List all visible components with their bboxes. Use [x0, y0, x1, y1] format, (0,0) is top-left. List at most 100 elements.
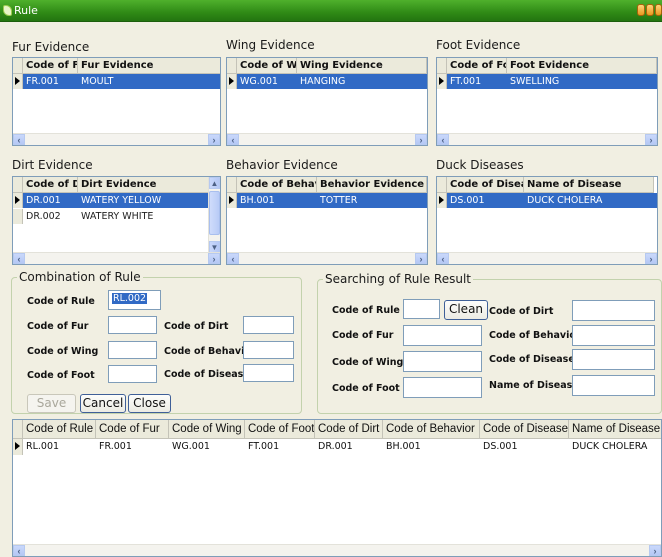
scroll-left-icon[interactable]: ‹ [227, 253, 239, 264]
cell[interactable]: DR.001 [23, 193, 78, 208]
scroll-left-icon[interactable]: ‹ [437, 253, 449, 264]
scroll-left-icon[interactable]: ‹ [13, 134, 25, 145]
scroll-left-icon[interactable]: ‹ [227, 134, 239, 145]
cell[interactable]: WATERY WHITE [78, 209, 210, 224]
column-header[interactable]: Code of Rule [23, 420, 96, 439]
column-header[interactable]: Code of Foot [245, 420, 315, 439]
scroll-left-icon[interactable]: ‹ [13, 545, 25, 556]
search-code-of-foot-input[interactable] [403, 377, 482, 398]
search-name-of-disease-input[interactable] [572, 375, 655, 396]
cell[interactable]: DS.001 [480, 439, 569, 455]
dirt-evidence-grid[interactable]: Code of Dirt Dirt Evidence DR.001 WATERY… [12, 176, 221, 265]
cell[interactable]: BH.001 [237, 193, 317, 208]
column-header[interactable]: Foot Evidence [507, 58, 657, 74]
code-of-fur-input[interactable] [108, 316, 157, 334]
horizontal-scrollbar[interactable]: ‹ › [437, 133, 657, 145]
column-header[interactable]: Code of Disease [447, 177, 524, 193]
wing-evidence-grid[interactable]: Code of Wing Wing Evidence WG.001 HANGIN… [226, 57, 428, 146]
save-button[interactable]: Save [27, 394, 76, 413]
table-row[interactable]: DS.001 DUCK CHOLERA [437, 193, 657, 208]
code-of-behavior-input[interactable] [243, 341, 294, 359]
search-code-of-wing-input[interactable] [403, 351, 482, 372]
scroll-left-icon[interactable]: ‹ [437, 134, 449, 145]
search-code-of-fur-input[interactable] [403, 325, 482, 346]
column-header[interactable]: Code of Fur [23, 58, 78, 74]
table-row[interactable]: RL.001 FR.001 WG.001 FT.001 DR.001 BH.00… [13, 439, 661, 455]
table-row[interactable]: FR.001 MOULT [13, 74, 220, 89]
search-code-of-behavior-input[interactable] [572, 325, 655, 346]
horizontal-scrollbar[interactable]: ‹ › [13, 133, 220, 145]
cell[interactable]: DUCK CHOLERA [569, 439, 661, 455]
scroll-right-icon[interactable]: › [415, 134, 427, 145]
vertical-scrollbar[interactable]: ▲ ▼ [208, 177, 220, 253]
column-header[interactable]: Code of Foot [447, 58, 507, 74]
cell[interactable]: RL.001 [23, 439, 96, 455]
code-of-disease-input[interactable] [243, 364, 294, 382]
column-header[interactable]: Name of Disease [524, 177, 654, 193]
clean-button[interactable]: Clean [444, 300, 488, 320]
column-header[interactable]: Code of Wing [169, 420, 245, 439]
scroll-thumb[interactable] [209, 191, 220, 235]
cell[interactable]: DR.001 [315, 439, 383, 455]
scroll-right-icon[interactable]: › [645, 134, 657, 145]
cell[interactable]: TOTTER [317, 193, 427, 208]
scroll-right-icon[interactable]: › [208, 134, 220, 145]
cell[interactable]: DS.001 [447, 193, 524, 208]
column-header[interactable]: Code of Dirt [23, 177, 78, 193]
table-row[interactable]: FT.001 SWELLING [437, 74, 657, 89]
cell[interactable]: MOULT [78, 74, 220, 89]
cell[interactable]: FT.001 [245, 439, 315, 455]
horizontal-scrollbar[interactable]: ‹ › [227, 133, 427, 145]
minimize-button[interactable] [637, 4, 645, 16]
cell[interactable]: HANGING [297, 74, 427, 89]
scroll-right-icon[interactable]: › [415, 253, 427, 264]
scroll-up-icon[interactable]: ▲ [209, 177, 220, 189]
cell[interactable]: WATERY YELLOW [78, 193, 210, 208]
scroll-left-icon[interactable]: ‹ [13, 253, 25, 264]
column-header[interactable]: Code of Behavior [383, 420, 480, 439]
column-header[interactable]: Wing Evidence [297, 58, 427, 74]
rules-grid[interactable]: Code of Rule Code of Fur Code of Wing Co… [12, 419, 662, 557]
behavior-evidence-grid[interactable]: Code of Behavior Behavior Evidence BH.00… [226, 176, 428, 265]
scroll-right-icon[interactable]: › [649, 545, 661, 556]
search-code-of-rule-input[interactable] [403, 299, 440, 319]
search-code-of-disease-input[interactable] [572, 349, 655, 370]
horizontal-scrollbar[interactable]: ‹ › [13, 544, 661, 556]
column-header[interactable]: Dirt Evidence [78, 177, 210, 193]
code-of-foot-input[interactable] [108, 365, 157, 383]
search-code-of-dirt-input[interactable] [572, 300, 655, 321]
cell[interactable]: FR.001 [23, 74, 78, 89]
code-of-rule-input[interactable]: RL.002 [108, 290, 161, 310]
close-button[interactable]: Close [128, 394, 171, 413]
table-row[interactable]: DR.002 WATERY WHITE [13, 209, 210, 224]
column-header[interactable]: Code of Fur [96, 420, 169, 439]
column-header[interactable]: Code of Dirt [315, 420, 383, 439]
cell[interactable]: BH.001 [383, 439, 480, 455]
table-row[interactable]: DR.001 WATERY YELLOW [13, 193, 210, 208]
scroll-right-icon[interactable]: › [208, 253, 220, 264]
cell[interactable]: WG.001 [237, 74, 297, 89]
foot-evidence-grid[interactable]: Code of Foot Foot Evidence FT.001 SWELLI… [436, 57, 658, 146]
cell[interactable]: DUCK CHOLERA [524, 193, 657, 208]
horizontal-scrollbar[interactable]: ‹ › [437, 252, 657, 264]
duck-diseases-grid[interactable]: Code of Disease Name of Disease DS.001 D… [436, 176, 658, 265]
table-row[interactable]: BH.001 TOTTER [227, 193, 427, 208]
cell[interactable]: FT.001 [447, 74, 507, 89]
column-header[interactable]: Code of Wing [237, 58, 297, 74]
column-header[interactable]: Name of Disease [569, 420, 661, 439]
code-of-dirt-input[interactable] [243, 316, 294, 334]
horizontal-scrollbar[interactable]: ‹ › [13, 252, 220, 264]
close-window-button[interactable] [655, 4, 662, 16]
scroll-right-icon[interactable]: › [645, 253, 657, 264]
code-of-wing-input[interactable] [108, 341, 157, 359]
maximize-button[interactable] [646, 4, 654, 16]
cancel-button[interactable]: Cancel [80, 394, 126, 413]
column-header[interactable]: Fur Evidence [78, 58, 220, 74]
column-header[interactable]: Code of Disease [480, 420, 569, 439]
cell[interactable]: DR.002 [23, 209, 78, 224]
horizontal-scrollbar[interactable]: ‹ › [227, 252, 427, 264]
fur-evidence-grid[interactable]: Code of Fur Fur Evidence FR.001 MOULT ‹ … [12, 57, 221, 146]
cell[interactable]: FR.001 [96, 439, 169, 455]
column-header[interactable]: Behavior Evidence [317, 177, 427, 193]
cell[interactable]: SWELLING [507, 74, 657, 89]
